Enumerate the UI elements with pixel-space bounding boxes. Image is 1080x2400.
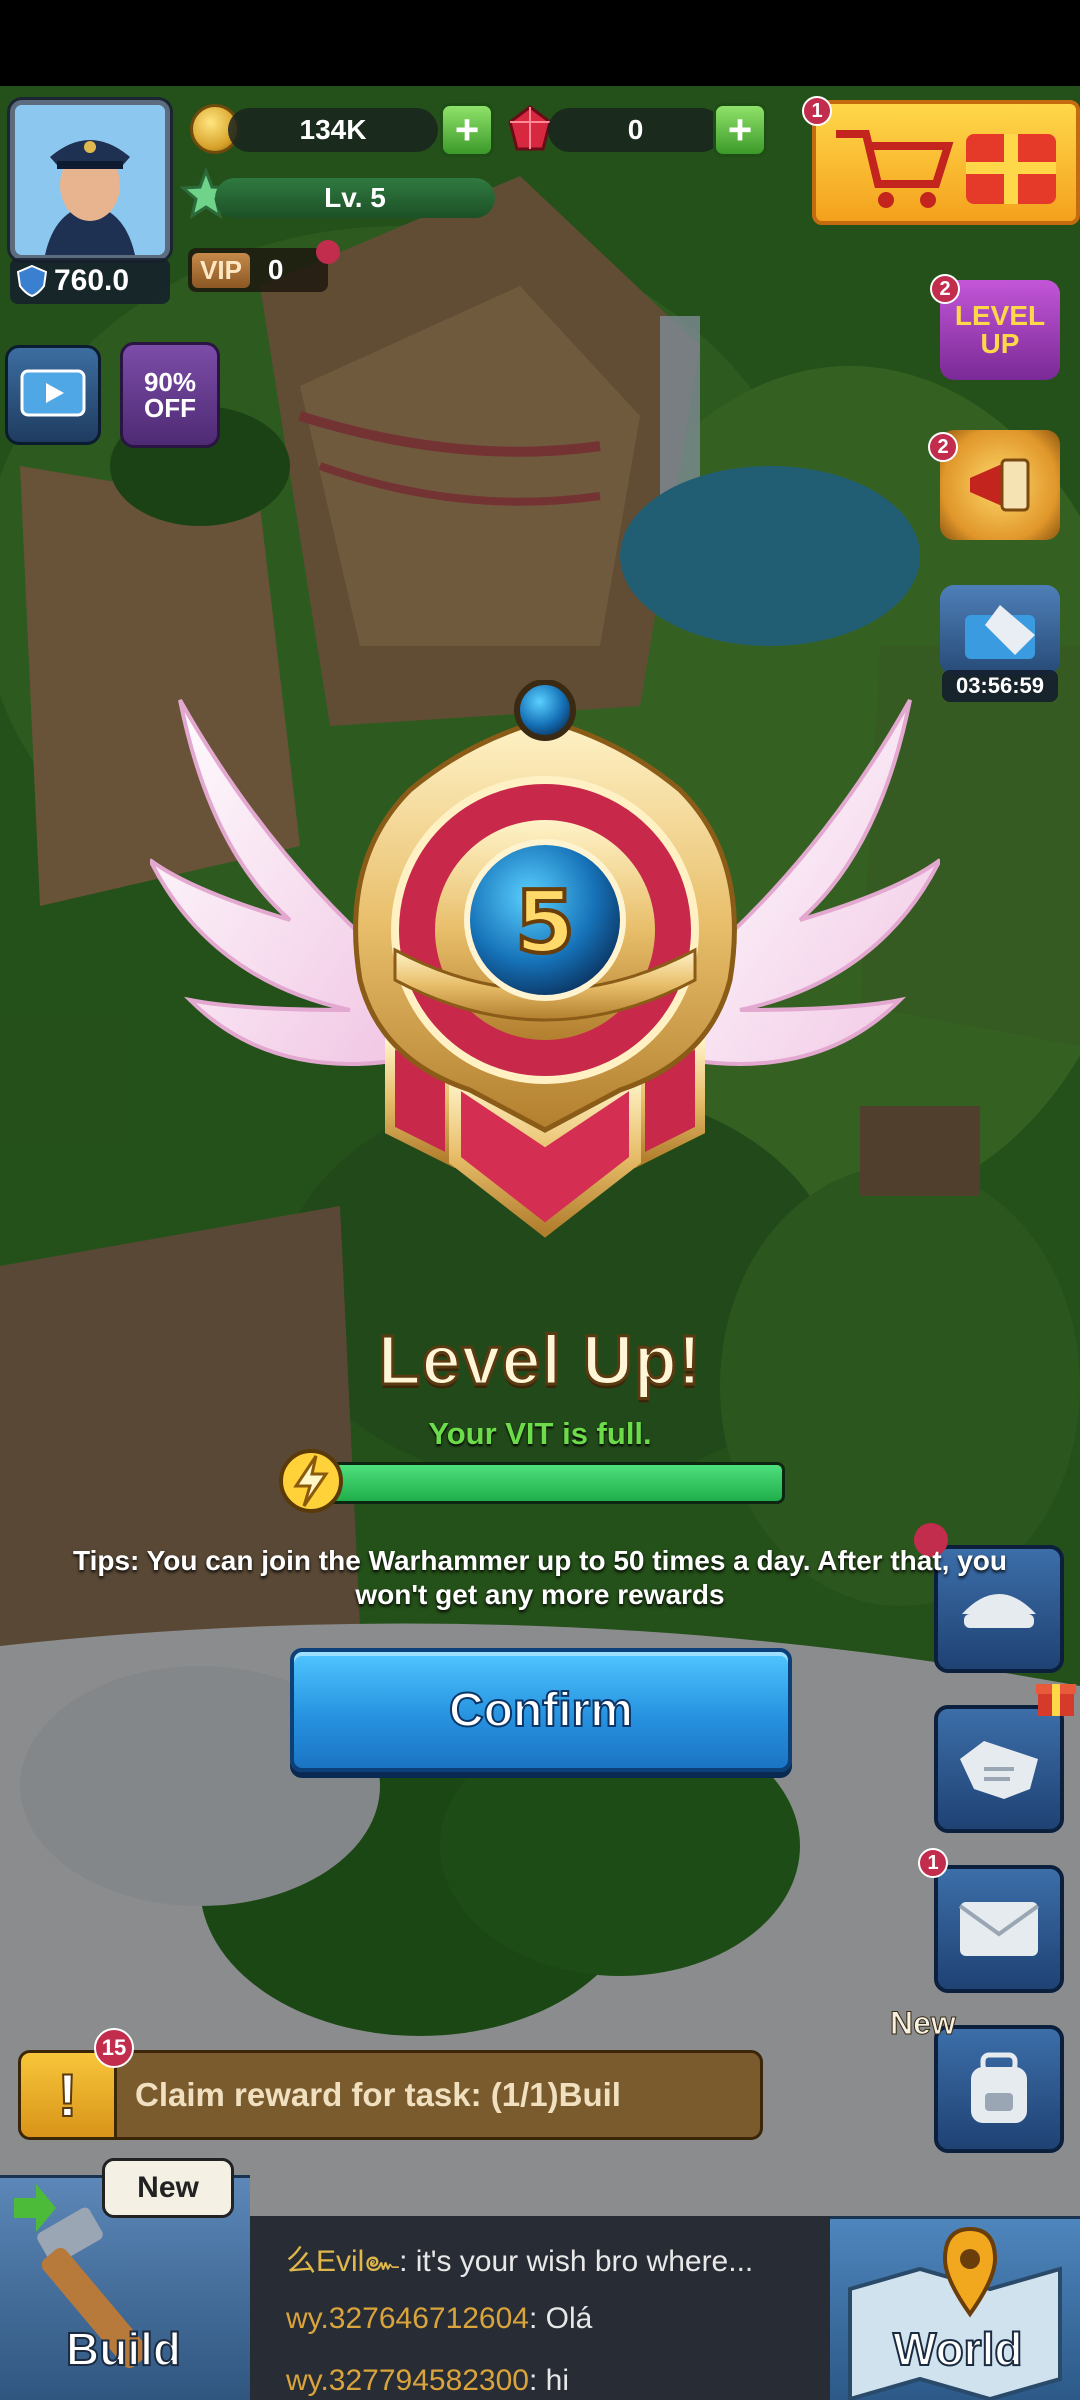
vit-message: Your VIT is full. [428, 1416, 652, 1451]
discount-offer-button[interactable]: 90% OFF [120, 342, 220, 448]
coin-value: 134K [299, 114, 367, 145]
tips-text: Tips: You can join the Warhammer up to 5… [72, 1545, 1008, 1610]
level-up-icon-text: LEVEL UP [954, 300, 1046, 359]
captain-portrait-icon [15, 105, 165, 255]
vip-notification-dot [316, 240, 340, 264]
vit-progress-fill [303, 1465, 782, 1501]
level-up-title: Level Up! [376, 1320, 703, 1401]
shopping-cart-icon [836, 130, 1056, 208]
gift-icon [1036, 1684, 1076, 1716]
build-label: Build [65, 2322, 182, 2376]
event-timer: 03:56:59 [942, 670, 1058, 702]
task-text: Claim reward for task: (1/1)Buil [135, 2076, 621, 2113]
player-level: Lv. 5 [324, 182, 386, 213]
vip-level: 0 [267, 254, 284, 285]
gift-chest-icon [965, 605, 1035, 659]
shop-button[interactable] [812, 100, 1080, 225]
level-up-emblem: 5 [150, 680, 940, 1238]
backpack-icon [971, 2052, 1027, 2123]
world-label: World [892, 2322, 1023, 2376]
events-badge: 2 [928, 432, 958, 462]
exclamation-icon: ! [21, 2053, 117, 2137]
chat-preview[interactable]: 么Evil๛: it's your wish bro where... wy.3… [250, 2216, 830, 2400]
confirm-button[interactable]: Confirm [290, 1648, 792, 1772]
coin-counter: 134K [228, 108, 438, 152]
gem-value: 0 [627, 114, 644, 145]
add-gems-button[interactable]: + [713, 103, 767, 157]
player-avatar[interactable] [10, 100, 170, 260]
shop-badge: 1 [802, 96, 832, 126]
lightning-icon [279, 1449, 343, 1513]
shield-icon [16, 264, 48, 298]
megaphone-icon [970, 458, 1030, 512]
add-coins-button[interactable]: + [440, 103, 494, 157]
player-level-bar[interactable]: Lv. 5 [215, 178, 495, 218]
vip-tag: VIP [192, 252, 250, 288]
mail-badge: 1 [918, 1848, 948, 1878]
backpack-button[interactable] [934, 2025, 1064, 2153]
power-display: 760.0 [10, 258, 170, 304]
power-value: 760.0 [54, 264, 130, 297]
task-reward-bar[interactable]: ! Claim reward for task: (1/1)Buil [18, 2050, 763, 2140]
events-button[interactable] [940, 430, 1060, 540]
timed-event-button[interactable] [940, 585, 1060, 675]
chat-message-3: wy.327794582300: hi [286, 2364, 570, 2397]
mail-envelope-icon [958, 1902, 1040, 1956]
handshake-icon [960, 1741, 1038, 1799]
mail-button[interactable] [934, 1865, 1064, 1993]
play-video-icon [20, 369, 86, 417]
video-reward-button[interactable] [5, 345, 101, 445]
emblem-level-number: 5 [515, 873, 575, 973]
status-bar [0, 0, 1080, 86]
chat-message-1: 么Evil๛: it's your wish bro where... [286, 2245, 754, 2278]
vip-status[interactable]: VIP 0 [188, 248, 328, 292]
task-badge: 15 [94, 2028, 134, 2068]
alliance-button[interactable] [934, 1705, 1064, 1833]
level-up-badge: 2 [930, 274, 960, 304]
backpack-new-label: New [890, 2005, 957, 2042]
vit-progress-bar [300, 1462, 785, 1504]
gem-counter: 0 [548, 108, 723, 152]
discount-text: 90% OFF [143, 367, 197, 423]
build-new-tag: New [102, 2158, 234, 2218]
chat-message-2: wy.327646712604: Olá [286, 2302, 593, 2335]
